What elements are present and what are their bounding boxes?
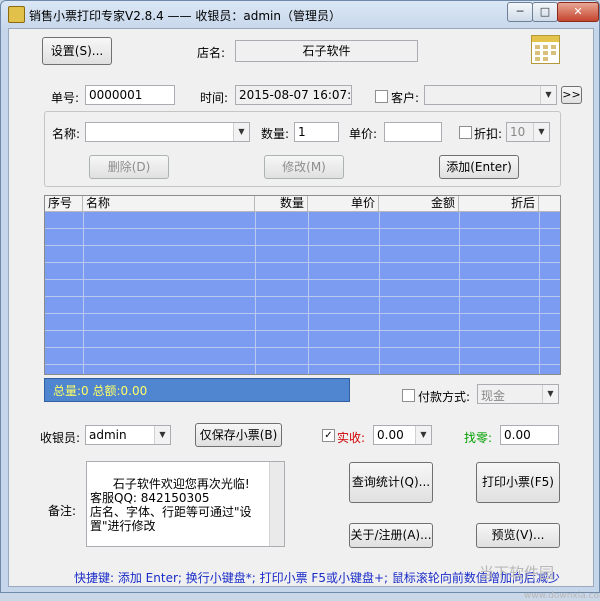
- received-amount-select[interactable]: 0.00 ▼: [373, 425, 432, 445]
- table-column-line: [308, 212, 309, 374]
- main-window: 销售小票打印专家V2.8.4 —— 收银员：admin（管理员） ─ □ ✕ 设…: [0, 0, 600, 601]
- chevron-down-icon: ▼: [533, 123, 549, 141]
- item-name-select[interactable]: ▼: [85, 122, 250, 142]
- chevron-down-icon: ▼: [540, 86, 556, 104]
- remarks-label: 备注:: [48, 504, 77, 518]
- add-button[interactable]: 添加(Enter): [439, 155, 519, 179]
- column-header[interactable]: 数量: [255, 196, 308, 211]
- table-row-line: [45, 279, 560, 280]
- change-label: 找零:: [464, 431, 493, 445]
- modify-button[interactable]: 修改(M): [264, 155, 344, 179]
- maximize-button[interactable]: □: [532, 2, 558, 22]
- received-checkbox[interactable]: ✓: [322, 429, 335, 442]
- cashier-label: 收银员:: [40, 431, 81, 445]
- chevron-down-icon: ▼: [542, 385, 558, 403]
- preview-button[interactable]: 预览(V)...: [476, 523, 560, 548]
- about-register-button[interactable]: 关于/注册(A)...: [349, 523, 433, 548]
- table-row-line: [45, 313, 560, 314]
- customer-checkbox[interactable]: [375, 90, 388, 103]
- price-label: 单价:: [349, 127, 378, 141]
- table-column-line: [539, 212, 540, 374]
- table-row-line: [45, 228, 560, 229]
- quantity-field[interactable]: 1: [294, 122, 339, 142]
- chevron-down-icon: ▼: [233, 123, 249, 141]
- column-header[interactable]: 金额: [379, 196, 459, 211]
- remarks-text: 石子软件欢迎您再次光临! 客服QQ: 842150305 店名、字体、行距等可通…: [90, 477, 252, 533]
- time-label: 时间:: [200, 91, 229, 105]
- order-number-label: 单号:: [51, 91, 80, 105]
- table-row-line: [45, 296, 560, 297]
- query-stats-button[interactable]: 查询统计(Q)...: [349, 462, 433, 503]
- window-title: 销售小票打印专家V2.8.4 —— 收银员：admin（管理员）: [29, 9, 341, 23]
- cashier-select[interactable]: admin ▼: [85, 425, 171, 445]
- column-header[interactable]: 单价: [308, 196, 379, 211]
- column-header[interactable]: 折后: [459, 196, 539, 211]
- app-icon: [8, 6, 25, 23]
- chevron-down-icon: ▼: [154, 426, 170, 444]
- delete-button[interactable]: 删除(D): [89, 155, 169, 179]
- received-label: 实收:: [337, 431, 366, 445]
- settings-button[interactable]: 设置(S)...: [42, 37, 112, 65]
- calendar-icon[interactable]: [531, 35, 560, 64]
- store-name-field: 石子软件: [235, 40, 418, 62]
- customer-label: 客户:: [391, 91, 420, 105]
- table-row-line: [45, 262, 560, 263]
- column-header[interactable]: 序号: [45, 196, 83, 211]
- payment-method-label: 付款方式:: [418, 390, 471, 404]
- customer-select[interactable]: ▼: [424, 85, 557, 105]
- column-header[interactable]: 名称: [83, 196, 255, 211]
- time-field: 2015-08-07 16:07:20: [235, 85, 352, 105]
- more-button[interactable]: >>: [561, 86, 582, 104]
- table-row-line: [45, 347, 560, 348]
- item-name-label: 名称:: [52, 127, 81, 141]
- payment-checkbox[interactable]: [402, 389, 415, 402]
- watermark-text: 当下软件园: [479, 564, 555, 582]
- table-column-line: [459, 212, 460, 374]
- cashier-value: admin: [89, 428, 127, 442]
- table-column-line: [379, 212, 380, 374]
- minimize-button[interactable]: ─: [507, 2, 533, 22]
- table-row-line: [45, 330, 560, 331]
- payment-method-value: 现金: [481, 389, 506, 403]
- order-number-field[interactable]: 0000001: [85, 85, 175, 105]
- discount-select[interactable]: 10 ▼: [506, 122, 550, 142]
- discount-value: 10: [510, 125, 526, 139]
- quantity-label: 数量:: [261, 127, 290, 141]
- save-only-button[interactable]: 仅保存小票(B): [195, 423, 282, 447]
- received-amount-value: 0.00: [377, 428, 404, 442]
- store-label: 店名:: [197, 46, 226, 60]
- column-header-filler: [539, 196, 560, 211]
- close-button[interactable]: ✕: [557, 2, 599, 22]
- table-row-line: [45, 364, 560, 365]
- remarks-scrollbar[interactable]: [269, 462, 284, 546]
- items-table[interactable]: 序号 名称 数量 单价 金额 折后: [44, 195, 561, 375]
- discount-label: 折扣:: [474, 127, 503, 141]
- client-area: 设置(S)... 店名: 石子软件 单号: 0000001 时间: 2015-0…: [8, 28, 600, 601]
- table-row-line: [45, 245, 560, 246]
- price-field[interactable]: [384, 122, 442, 142]
- chevron-down-icon: ▼: [415, 426, 431, 444]
- title-bar[interactable]: 销售小票打印专家V2.8.4 —— 收银员：admin（管理员） ─ □ ✕: [1, 1, 599, 27]
- table-column-line: [255, 212, 256, 374]
- print-ticket-button[interactable]: 打印小票(F5): [476, 462, 560, 503]
- discount-checkbox[interactable]: [459, 126, 472, 139]
- table-header: 序号 名称 数量 单价 金额 折后: [45, 196, 560, 212]
- remarks-textarea[interactable]: 石子软件欢迎您再次光临! 客服QQ: 842150305 店名、字体、行距等可通…: [86, 461, 285, 547]
- change-field[interactable]: 0.00: [500, 425, 559, 445]
- table-column-line: [83, 212, 84, 374]
- payment-method-select[interactable]: 现金 ▼: [477, 384, 559, 404]
- summary-bar: 总量:0 总额:0.00: [44, 378, 350, 402]
